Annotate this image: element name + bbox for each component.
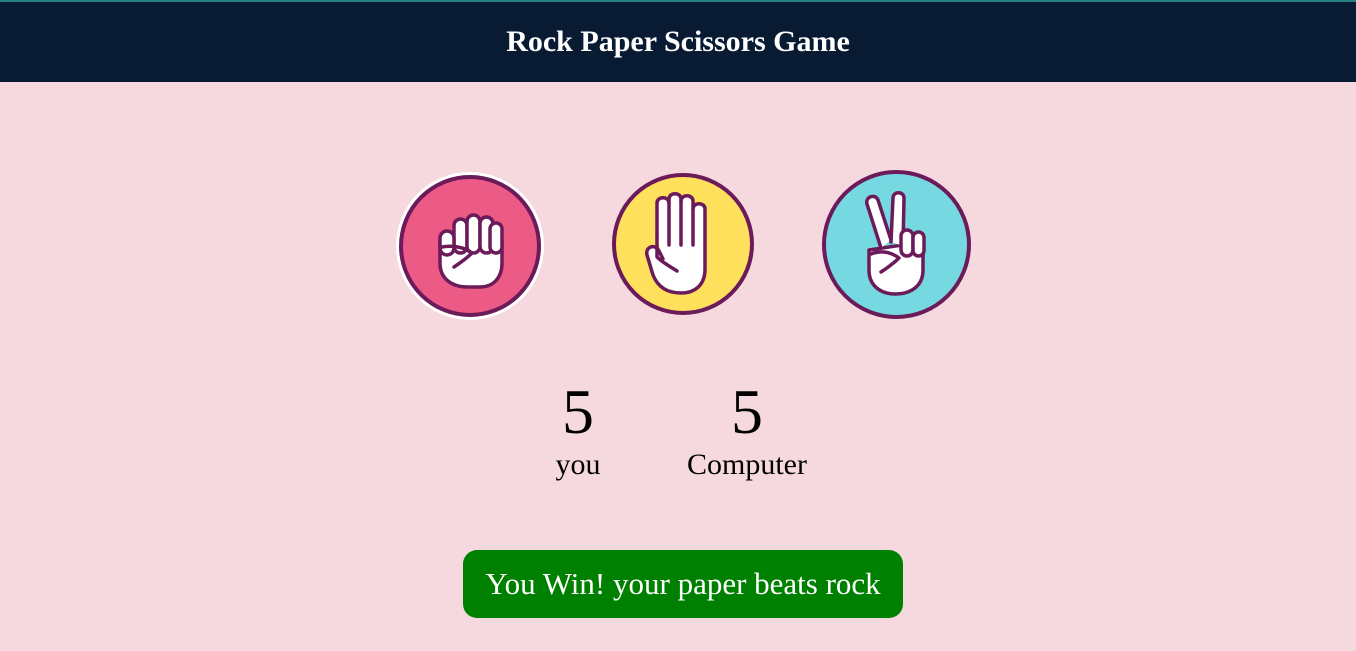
paper-choice-button[interactable]	[612, 173, 754, 315]
user-score-value: 5	[562, 376, 594, 447]
computer-score-panel: 5 Computer	[667, 376, 827, 482]
rock-choice-disc	[399, 175, 541, 317]
page-title: Rock Paper Scissors Game	[506, 25, 850, 58]
rock-choice-button[interactable]	[396, 172, 544, 320]
computer-score-value: 5	[731, 376, 763, 447]
user-score-label: you	[555, 448, 601, 481]
paper-hand-icon	[645, 192, 707, 295]
rock-fist-icon	[438, 213, 504, 289]
user-score-panel: 5 you	[528, 376, 628, 482]
scissors-choice-button[interactable]	[822, 170, 971, 319]
app-header: Rock Paper Scissors Game	[0, 2, 1356, 82]
scissors-hand-icon	[864, 190, 926, 296]
result-message: You Win! your paper beats rock	[463, 550, 903, 618]
computer-score-label: Computer	[687, 448, 807, 481]
